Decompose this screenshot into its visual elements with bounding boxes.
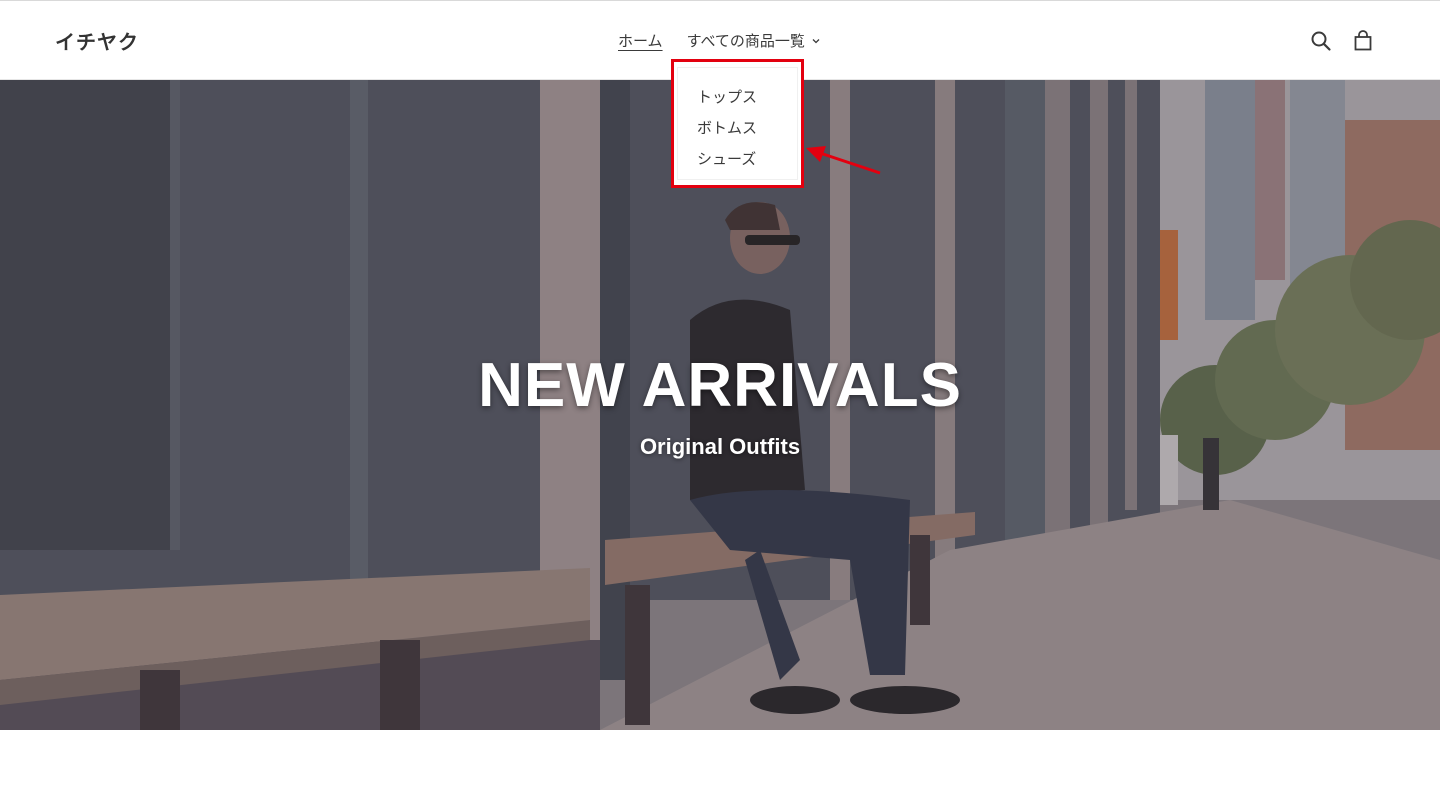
header-actions [1310, 30, 1374, 52]
hero-subtitle: Original Outfits [639, 434, 801, 459]
dropdown-item-tops[interactable]: トップス [697, 86, 757, 107]
store-logo[interactable]: イチヤク [55, 26, 139, 55]
annotation-arrow-icon [806, 146, 881, 175]
products-dropdown-menu: トップス ボトムス シューズ [671, 59, 804, 188]
cart-icon[interactable] [1352, 30, 1374, 52]
chevron-down-icon [812, 38, 820, 43]
dropdown-item-shoes[interactable]: シューズ [697, 148, 756, 169]
main-nav: ホーム すべての商品一覧 [618, 30, 821, 51]
nav-link-all-products[interactable]: すべての商品一覧 [687, 30, 821, 51]
nav-link-home[interactable]: ホーム [618, 30, 663, 51]
dropdown-panel: トップス ボトムス シューズ [677, 67, 798, 180]
search-icon[interactable] [1310, 30, 1332, 52]
hero-title: NEW ARRIVALS [478, 351, 962, 420]
nav-all-products-label: すべての商品一覧 [686, 32, 805, 50]
dropdown-item-bottoms[interactable]: ボトムス [697, 117, 757, 138]
